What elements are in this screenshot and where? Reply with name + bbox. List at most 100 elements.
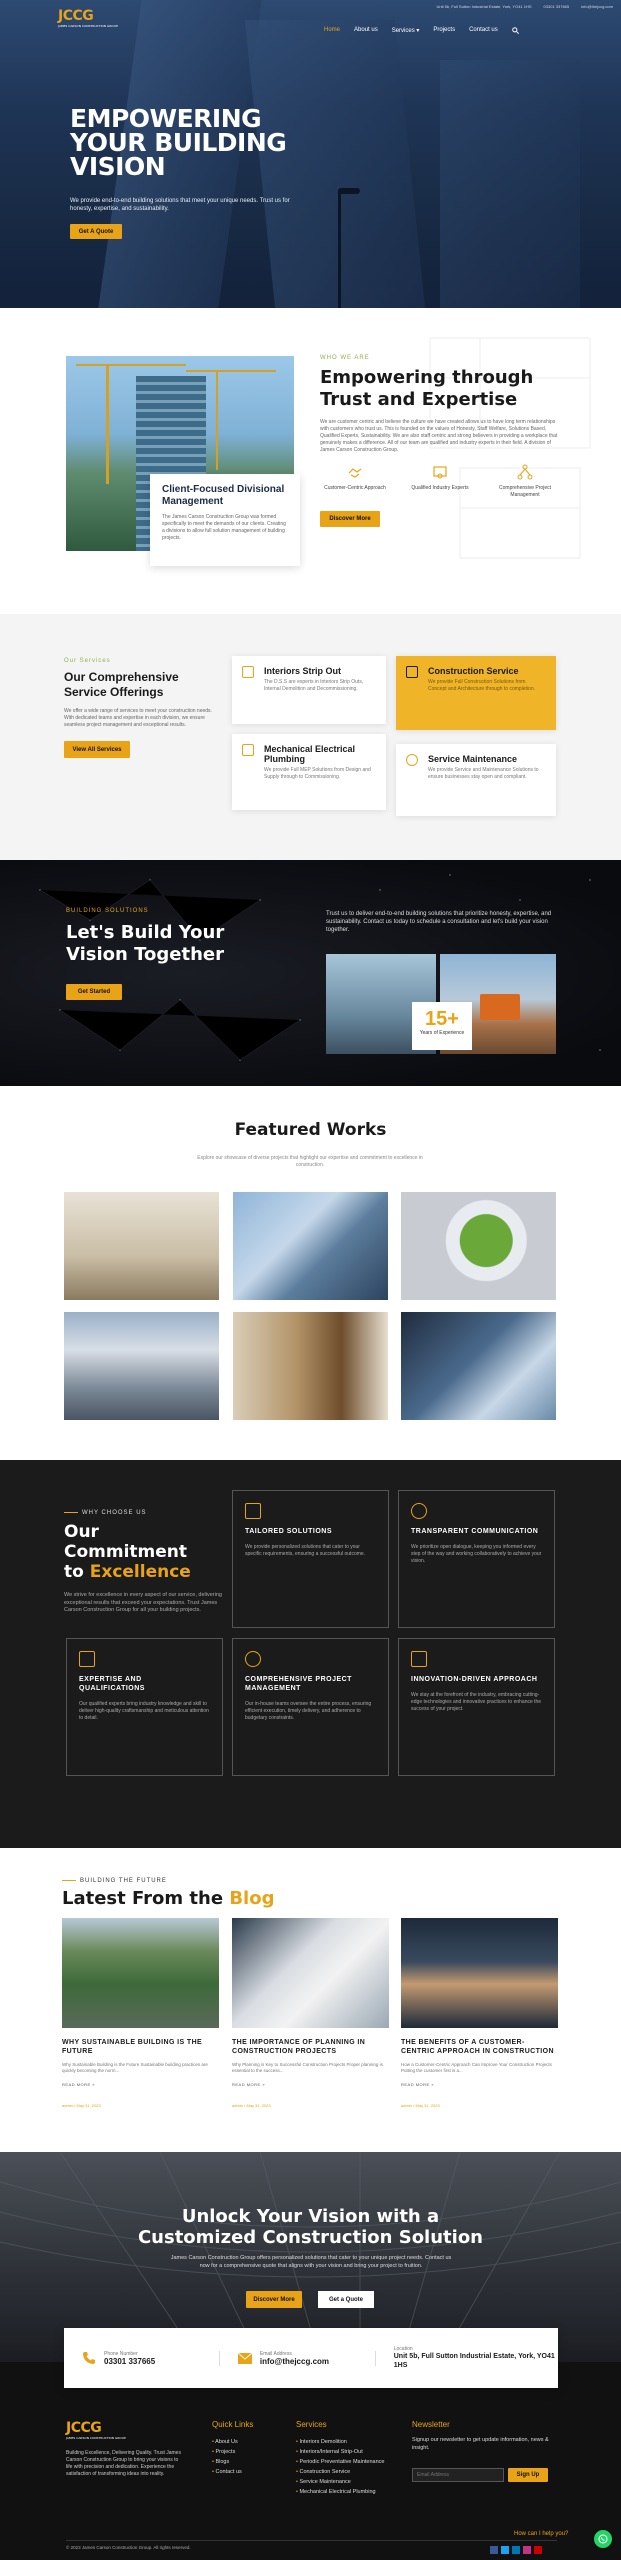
footer-link[interactable]: Construction Service [296,2467,406,2477]
experience-badge: 15+ Years of Experience [412,1002,472,1050]
work-image-glass-building[interactable] [233,1192,388,1300]
gear-icon [411,1503,427,1519]
blog-post-meta: admin • May 31, 2023 [232,2103,271,2108]
commitment-title-prefix: to [64,1562,90,1582]
work-image-renovation[interactable] [233,1312,388,1420]
commitment-card-body: We prioritize open dialogue, keeping you… [411,1544,542,1564]
crane-arm [186,370,276,372]
footer-link[interactable]: Projects [212,2447,253,2457]
blog-post-card[interactable]: THE BENEFITS OF A CUSTOMER-CENTRIC APPRO… [401,1918,558,2108]
blog-post-title[interactable]: WHY SUSTAINABLE BUILDING IS THE FUTURE [62,2038,219,2056]
divisional-card-body: The James Carson Construction Group was … [162,514,286,541]
mail-icon [237,2352,252,2364]
newsletter-email-input[interactable] [412,2468,504,2482]
footer-newsletter-title: Newsletter [412,2420,450,2429]
cta-quote-button[interactable]: Get a Quote [318,2291,374,2308]
service-body: We provide Service and Maintenance Solut… [428,767,539,780]
nav-services[interactable]: Services ▾ [392,27,420,34]
read-more-link[interactable]: READ MORE » [401,2082,558,2087]
commitment-body: We strive for excellence in every aspect… [64,1592,222,1613]
service-title: Construction Service [428,666,519,676]
contact-phone[interactable]: Phone Number 03301 337665 [64,2350,220,2366]
logo-tagline: JAMES CARSON CONSTRUCTION GROUP [58,24,118,28]
commitment-card-body: We stay at the forefront of the industry… [411,1692,542,1712]
commitment-card-body: We provide personalized solutions that c… [245,1544,366,1557]
service-card-mep[interactable]: Mechanical Electrical Plumbing We provid… [232,734,386,810]
nav-home[interactable]: Home [324,27,340,34]
nav-contact[interactable]: Contact us [469,27,498,34]
footer-link[interactable]: Contact us [212,2467,253,2477]
crane [106,364,109,484]
service-card-maintenance[interactable]: Service Maintenance We provide Service a… [396,744,556,816]
footer-link[interactable]: Periodic Preventative Maintenance [296,2457,406,2467]
service-title: Service Maintenance [428,754,518,764]
blog-post-title[interactable]: THE IMPORTANCE OF PLANNING IN CONSTRUCTI… [232,2038,389,2056]
topbar-email[interactable]: info@thejccg.com [581,4,613,9]
cta-title: Unlock Your Vision with a Customized Con… [0,2206,621,2248]
search-icon[interactable] [511,27,519,34]
contact-email[interactable]: Email Address info@thejccg.com [220,2350,376,2366]
footer-link[interactable]: Mechanical Electrical Plumbing [296,2487,406,2497]
footer-link[interactable]: Interiors/Internal Strip-Out [296,2447,406,2457]
commitment-card-body: Our qualified experts bring industry kno… [79,1701,209,1721]
get-started-button[interactable]: Get Started [66,984,122,1000]
feature-label: Qualified Industry Experts [411,485,469,491]
topbar-phone[interactable]: 03301 337665 [544,4,570,9]
cta-discover-button[interactable]: Discover More [246,2291,302,2308]
view-all-services-button[interactable]: View All Services [64,741,130,758]
crane-icon [406,666,418,678]
footer-link[interactable]: Blogs [212,2457,253,2467]
twitter-icon[interactable] [501,2546,509,2554]
footer-link[interactable]: Service Maintenance [296,2477,406,2487]
contact-location: Location Unit 5b, Full Sutton Industrial… [376,2346,558,2370]
facebook-icon[interactable] [490,2546,498,2554]
discover-more-button[interactable]: Discover More [320,511,380,527]
nav-about[interactable]: About us [354,27,378,34]
footer-link[interactable]: Interiors Demolition [296,2437,406,2447]
crane [216,370,218,470]
crane-arm [76,364,186,366]
blog-post-card[interactable]: WHY SUSTAINABLE BUILDING IS THE FUTURE W… [62,1918,219,2108]
whatsapp-chat-button[interactable] [594,2530,612,2548]
services-intro: Our Services Our Comprehensive Service O… [64,658,214,758]
read-more-link[interactable]: READ MORE » [232,2082,389,2087]
blog-post-title[interactable]: THE BENEFITS OF A CUSTOMER-CENTRIC APPRO… [401,2038,558,2056]
nav-projects[interactable]: Projects [433,27,455,34]
feature-item: Customer-Centric Approach [320,464,390,499]
work-image-interior[interactable] [64,1192,219,1300]
service-card-interiors[interactable]: Interiors Strip Out The D.S.S are expert… [232,656,386,724]
read-more-link[interactable]: READ MORE » [62,2082,219,2087]
footer-link[interactable]: About Us [212,2437,253,2447]
blog-post-image[interactable] [401,1918,558,2028]
work-image-atrium[interactable] [401,1192,556,1300]
work-image-towers[interactable] [64,1312,219,1420]
commitment-card: INNOVATION-DRIVEN APPROACH We stay at th… [398,1638,555,1776]
blog-eyebrow-text: BUILDING THE FUTURE [80,1878,167,1884]
blog-title: Latest From the Blog [62,1888,274,1909]
street-lamp-head [338,188,360,194]
blog-eyebrow: BUILDING THE FUTURE [62,1878,274,1884]
works-subtitle: Explore our showcase of diverse projects… [197,1155,423,1168]
hero-building [440,60,580,308]
feature-label: Comprehensive Project Management [499,485,551,498]
service-card-construction[interactable]: Construction Service We provide Full Con… [396,656,556,730]
chart-icon [79,1651,95,1667]
footer-services: Services Interiors Demolition Interiors/… [296,2420,406,2497]
commitment-card-title: EXPERTISE AND QUALIFICATIONS [79,1676,145,1692]
footer-logo[interactable]: JCCG JAMES CARSON CONSTRUCTION GROUP [66,2420,184,2440]
cta-body: James Carson Construction Group offers p… [170,2255,452,2269]
blog-post-image[interactable] [232,1918,389,2028]
blog-post-card[interactable]: THE IMPORTANCE OF PLANNING IN CONSTRUCTI… [232,1918,389,2108]
work-image-facade[interactable] [401,1312,556,1420]
newsletter-signup-button[interactable]: Sign Up [508,2468,548,2482]
blog-post-image[interactable] [62,1918,219,2028]
blog-title-highlight: Blog [229,1888,275,1909]
services-eyebrow: Our Services [64,658,111,664]
footer-about: JCCG JAMES CARSON CONSTRUCTION GROUP Bui… [66,2420,184,2478]
site-logo[interactable]: JCCG JAMES CARSON CONSTRUCTION GROUP [58,8,118,28]
youtube-icon[interactable] [534,2546,542,2554]
instagram-icon[interactable] [523,2546,531,2554]
linkedin-icon[interactable] [512,2546,520,2554]
hero-quote-button[interactable]: Get A Quote [70,224,122,239]
commitment-card: TAILORED SOLUTIONS We provide personaliz… [232,1490,389,1628]
